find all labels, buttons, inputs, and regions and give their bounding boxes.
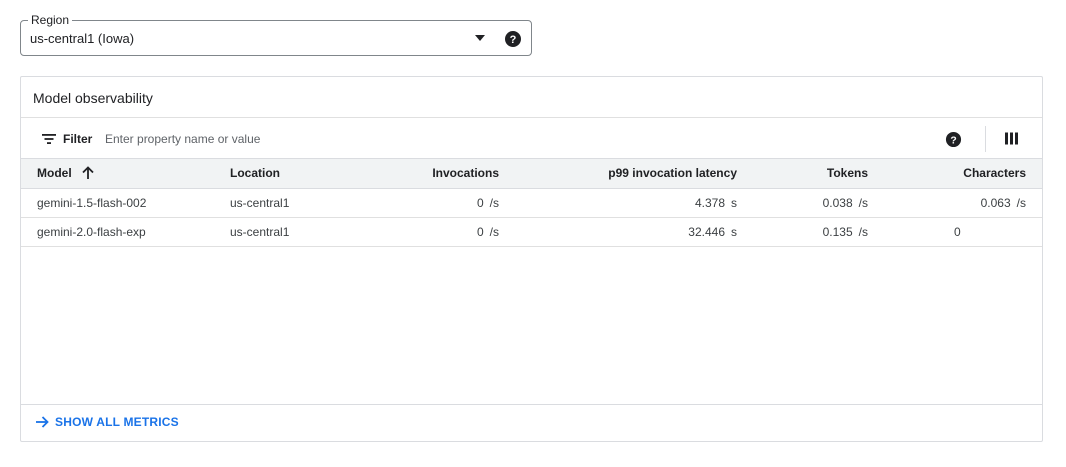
unit: /s [1016,195,1026,210]
cell-characters: 0.063/s [884,188,1042,218]
column-header-model[interactable]: Model [21,159,214,189]
column-header-tokens[interactable]: Tokens [753,159,884,189]
unit: /s [858,195,868,210]
value: 0 [954,224,961,239]
filter-button[interactable]: Filter [40,130,92,148]
value: 0 [476,224,484,239]
column-display-options-icon[interactable] [1004,131,1019,146]
filter-icon [42,134,56,144]
column-header-invocations[interactable]: Invocations [384,159,515,189]
svg-text:?: ? [510,34,517,46]
unit: s [731,224,737,239]
value: 0 [476,195,484,210]
unit: /s [489,195,499,210]
cell-characters: 0 [884,217,1042,247]
models-table: Model Location Invocations p99 invocatio… [21,159,1042,247]
value: 32.446 [688,224,725,239]
table-row[interactable]: gemini-1.5-flash-002 us-central1 0/s 4.3… [21,188,1042,218]
region-select[interactable]: Region us-central1 (Iowa) ? [20,12,532,56]
unit: s [731,195,737,210]
show-all-metrics-label: SHOW ALL METRICS [55,415,179,429]
cell-tokens: 0.038/s [753,188,884,218]
cell-latency: 32.446 s [515,217,753,247]
help-icon[interactable]: ? [945,131,962,148]
filter-bar: Filter ? [21,118,1042,159]
show-all-metrics-link[interactable]: SHOW ALL METRICS [34,414,179,430]
cell-invocations: 0/s [384,188,515,218]
cell-model: gemini-1.5-flash-002 [21,188,214,218]
table-header-row: Model Location Invocations p99 invocatio… [21,159,1042,189]
filter-label: Filter [63,132,93,146]
value: 0.063 [980,195,1011,210]
column-header-label: Model [37,166,72,181]
cell-latency: 4.378 s [515,188,753,218]
table-row[interactable]: gemini-2.0-flash-exp us-central1 0/s 32.… [21,217,1042,247]
filter-input[interactable] [105,129,805,149]
arrow-right-icon [36,416,49,428]
value: 0.038 [822,195,853,210]
dropdown-arrow-icon[interactable] [473,32,487,44]
value: 4.378 [694,195,725,210]
cell-model: gemini-2.0-flash-exp [21,217,214,247]
help-icon[interactable]: ? [504,30,522,48]
card-footer: SHOW ALL METRICS [21,404,1042,442]
column-header-characters[interactable]: Characters [884,159,1042,189]
unit: /s [489,224,499,239]
card-title: Model observability [33,90,153,106]
region-value: us-central1 (Iowa) [30,31,135,46]
toolbar-divider [985,126,986,152]
value: 0.135 [822,224,853,239]
model-observability-card: Model observability Filter ? [20,76,1043,442]
cell-location: us-central1 [214,188,384,218]
cell-invocations: 0/s [384,217,515,247]
column-header-p99-latency[interactable]: p99 invocation latency [515,159,753,189]
unit: /s [858,224,868,239]
svg-text:?: ? [950,135,956,146]
cell-tokens: 0.135/s [753,217,884,247]
sort-ascending-icon[interactable] [81,166,95,180]
column-header-location[interactable]: Location [214,159,384,189]
region-label: Region [28,12,73,28]
cell-location: us-central1 [214,217,384,247]
